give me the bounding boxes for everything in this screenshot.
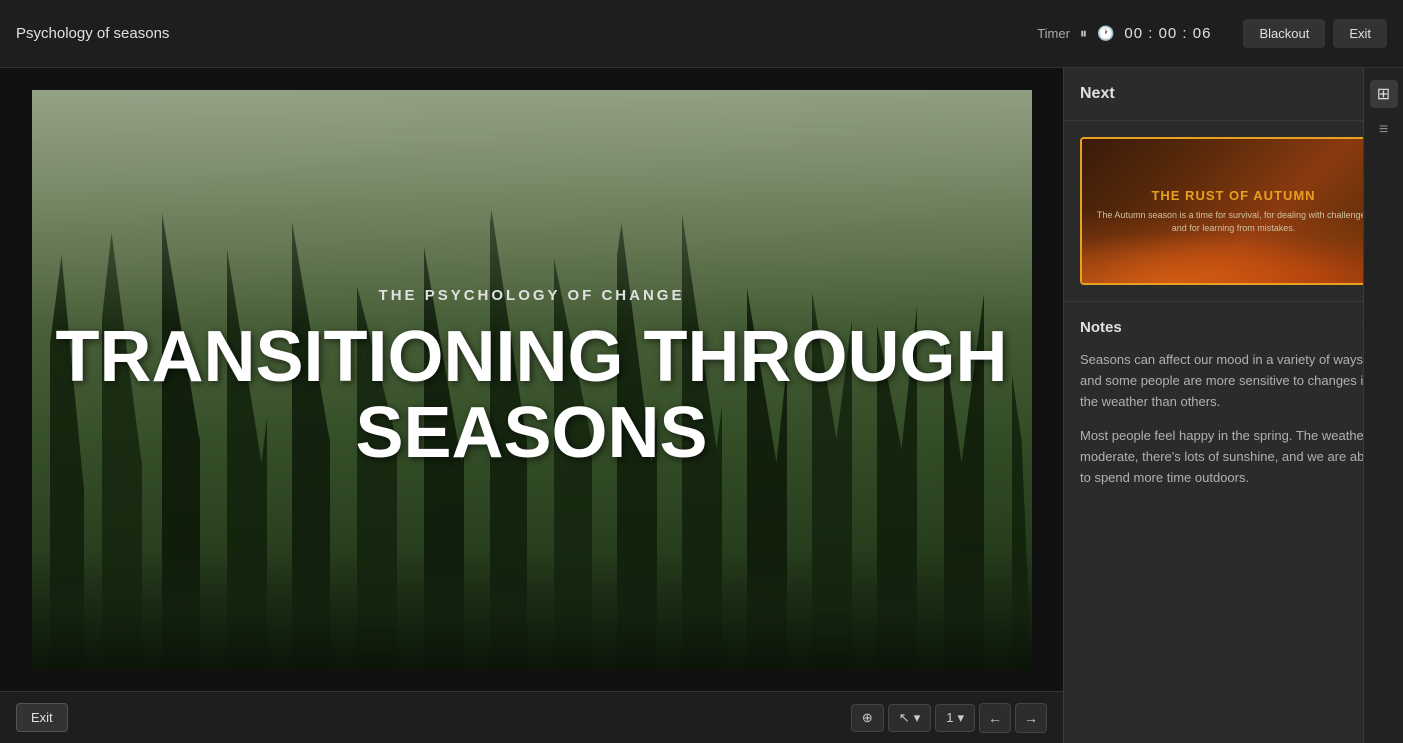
panel-tab-grid[interactable]: ⊞ — [1370, 80, 1398, 108]
zoom-button[interactable]: ⊕ — [851, 704, 884, 732]
notes-text: Seasons can affect our mood in a variety… — [1080, 350, 1387, 489]
slide-title: TRANSITIONING THROUGH SEASONS — [52, 320, 1012, 471]
thumbnail-subtitle: The Autumn season is a time for survival… — [1092, 209, 1375, 234]
timer-controls: ⏸ 🕐 — [1078, 23, 1116, 44]
right-panel: Next 🗑 THE RUST OF AUTUMN The Autumn sea… — [1063, 68, 1403, 743]
notes-title: Notes — [1080, 319, 1122, 336]
top-bar: Psychology of seasons Timer ⏸ 🕐 00 : 00 … — [0, 0, 1403, 68]
slide-content: THE PSYCHOLOGY OF CHANGE TRANSITIONING T… — [32, 90, 1032, 670]
blackout-button[interactable]: Blackout — [1243, 19, 1325, 48]
thumbnail-content: THE RUST OF AUTUMN The Autumn season is … — [1082, 139, 1385, 283]
next-icon: → — [1024, 710, 1038, 726]
slide-area: THE PSYCHOLOGY OF CHANGE TRANSITIONING T… — [0, 68, 1063, 743]
timer-section: Timer ⏸ 🕐 00 : 00 : 06 — [1037, 23, 1211, 44]
next-slide-thumbnail[interactable]: THE RUST OF AUTUMN The Autumn season is … — [1080, 137, 1387, 285]
slide-wrapper: THE PSYCHOLOGY OF CHANGE TRANSITIONING T… — [0, 68, 1063, 691]
panel-header: Next 🗑 — [1064, 68, 1403, 121]
next-slide-button[interactable]: → — [1015, 703, 1047, 733]
slide-subtitle: THE PSYCHOLOGY OF CHANGE — [379, 287, 685, 304]
notes-header: Notes T T — [1080, 318, 1387, 336]
notes-paragraph-1: Seasons can affect our mood in a variety… — [1080, 350, 1387, 412]
prev-slide-button[interactable]: ← — [979, 703, 1011, 733]
timer-reset-button[interactable]: 🕐 — [1095, 23, 1116, 44]
exit-header-button[interactable]: Exit — [1333, 19, 1387, 48]
zoom-icon: ⊕ — [862, 710, 873, 726]
thumbnail-title: THE RUST OF AUTUMN — [1151, 188, 1315, 203]
notes-section: Notes T T Seasons can affect our mood in… — [1064, 302, 1403, 743]
bottom-toolbar: Exit ⊕ ↖ ▾ 1 ▾ ← → — [0, 691, 1063, 743]
timer-display: 00 : 00 : 06 — [1124, 25, 1211, 42]
exit-button[interactable]: Exit — [16, 703, 68, 732]
timer-pause-button[interactable]: ⏸ — [1078, 23, 1089, 44]
slide-num-dropdown-arrow: ▾ — [957, 710, 964, 726]
panel-next-label: Next — [1080, 85, 1115, 103]
timer-label: Timer — [1037, 26, 1070, 41]
pointer-button[interactable]: ↖ ▾ — [888, 704, 931, 732]
next-slide-area: THE RUST OF AUTUMN The Autumn season is … — [1064, 121, 1403, 302]
main-content: THE PSYCHOLOGY OF CHANGE TRANSITIONING T… — [0, 68, 1403, 743]
app-title: Psychology of seasons — [16, 25, 1037, 42]
pointer-dropdown-arrow: ▾ — [914, 710, 921, 726]
slide-number-button[interactable]: 1 ▾ — [935, 704, 975, 732]
notes-paragraph-2: Most people feel happy in the spring. Th… — [1080, 426, 1387, 488]
slide: THE PSYCHOLOGY OF CHANGE TRANSITIONING T… — [32, 90, 1032, 670]
toolbar-right-controls: ⊕ ↖ ▾ 1 ▾ ← → — [851, 703, 1047, 733]
panel-tab-notes[interactable]: ≡ — [1370, 116, 1398, 144]
slide-number: 1 — [946, 710, 953, 725]
side-panel-tabs: ⊞ ≡ — [1363, 68, 1403, 743]
pointer-icon: ↖ — [899, 710, 910, 726]
prev-icon: ← — [988, 710, 1002, 726]
